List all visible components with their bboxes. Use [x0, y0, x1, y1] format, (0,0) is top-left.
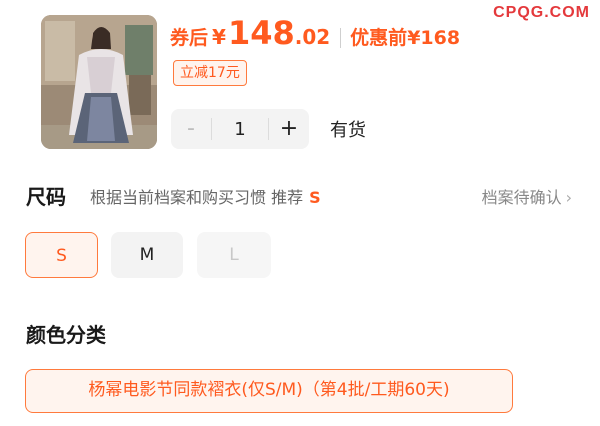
color-section-title: 颜色分类: [26, 323, 106, 347]
chevron-right-icon: ›: [565, 188, 572, 207]
original-price: ¥168: [407, 27, 461, 49]
increase-button[interactable]: +: [269, 109, 309, 149]
price-decimal: .02: [294, 25, 331, 49]
product-photo: [41, 15, 157, 149]
coupon-badge: 立减17元: [173, 60, 247, 86]
size-option-m[interactable]: M: [111, 232, 183, 278]
price-row: 券后 ¥ 148 .02 优惠前 ¥168: [170, 14, 460, 54]
quantity-value[interactable]: 1: [212, 119, 268, 140]
archive-link-label: 档案待确认: [481, 188, 562, 207]
size-option-l: L: [197, 232, 271, 278]
price-integer: 148: [227, 14, 295, 52]
original-price-label: 优惠前: [350, 27, 408, 49]
size-section-title: 尺码: [26, 185, 66, 209]
size-recommendation: 根据当前档案和购买习惯 推荐 S: [90, 184, 321, 208]
watermark: CPQG.COM: [493, 4, 590, 21]
price-label: 券后: [170, 27, 209, 49]
size-option-s[interactable]: S: [25, 232, 98, 278]
recommended-size: S: [309, 188, 321, 207]
archive-link[interactable]: 档案待确认 ›: [482, 184, 572, 208]
color-option[interactable]: 杨幂电影节同款褶衣(仅S/M)（第4批/工期60天): [25, 369, 513, 413]
product-thumbnail[interactable]: [41, 15, 157, 149]
currency-symbol: ¥: [212, 25, 226, 49]
stock-status: 有货: [330, 120, 366, 141]
price-divider: [340, 28, 342, 48]
size-hint-text: 根据当前档案和购买习惯 推荐: [90, 188, 304, 207]
quantity-stepper: - 1 +: [171, 109, 309, 149]
decrease-button[interactable]: -: [171, 109, 211, 149]
